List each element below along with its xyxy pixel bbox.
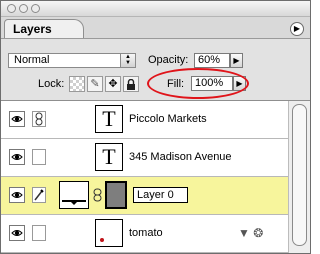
layer-thumbnail (95, 219, 123, 247)
vertical-scrollbar[interactable] (288, 101, 310, 253)
brush-icon[interactable] (32, 187, 46, 203)
opacity-slider-arrow-icon[interactable]: ▶ (230, 53, 243, 68)
layers-panel: Layers ▶ Normal ▲ ▼ Opacity: 60% ▶ Lock: … (0, 0, 311, 254)
layer-row-layer-0[interactable]: Layer 0 (1, 177, 289, 215)
link-chain-icon[interactable] (32, 111, 46, 127)
lock-transparency-icon[interactable] (69, 76, 85, 92)
zoom-window-icon[interactable] (31, 4, 40, 13)
layer-row-tomato[interactable]: tomato ▼ ❂ (1, 215, 289, 253)
eye-icon[interactable] (9, 187, 25, 203)
layer-thumbnail: T (95, 143, 123, 171)
layer-name[interactable]: Piccolo Markets (129, 113, 207, 125)
mask-link-chain-icon[interactable] (93, 188, 102, 202)
eye-icon[interactable] (9, 149, 25, 165)
layer-thumbnail: T (95, 105, 123, 133)
panel-menu-icon[interactable]: ▶ (290, 22, 304, 36)
layer-row-345-madison-avenue[interactable]: T 345 Madison Avenue (1, 139, 289, 177)
layer-row-piccolo-markets[interactable]: T Piccolo Markets (1, 101, 289, 139)
minimize-window-icon[interactable] (19, 4, 28, 13)
close-window-icon[interactable] (7, 4, 16, 13)
eye-icon[interactable] (9, 111, 25, 127)
tab-row: Layers ▶ (1, 17, 310, 39)
layer-name[interactable]: 345 Madison Avenue (129, 151, 232, 163)
layer-effects-icon[interactable]: ▼ ❂ (238, 226, 263, 240)
lock-all-icon[interactable] (123, 76, 139, 92)
text-layer-icon: T (102, 144, 116, 169)
layer-name-edit-field[interactable]: Layer 0 (133, 187, 188, 203)
layer-mask-thumbnail[interactable] (105, 181, 127, 209)
opacity-label: Opacity: (148, 54, 189, 66)
link-empty-box[interactable] (32, 225, 46, 241)
lock-brush-icon[interactable]: ✎ (87, 76, 103, 92)
blend-mode-select[interactable]: Normal ▲ ▼ (8, 53, 136, 68)
opacity-input[interactable]: 60% (194, 53, 230, 68)
panel-titlebar (1, 1, 310, 17)
lock-label: Lock: (38, 78, 65, 90)
select-arrows-icon: ▲ ▼ (120, 54, 135, 67)
layer-name[interactable]: tomato (129, 227, 163, 239)
layers-list: T Piccolo Markets T 345 Madison Avenue L… (1, 100, 310, 253)
link-empty-box[interactable] (32, 149, 46, 165)
fill-highlight-annotation (147, 68, 249, 99)
blend-mode-value: Normal (14, 54, 50, 66)
tab-layers[interactable]: Layers (4, 19, 84, 38)
eye-icon[interactable] (9, 225, 25, 241)
scrollbar-track[interactable] (292, 104, 307, 246)
layer-thumbnail (59, 181, 89, 209)
lock-move-icon[interactable]: ✥ (105, 76, 121, 92)
text-layer-icon: T (102, 106, 116, 131)
